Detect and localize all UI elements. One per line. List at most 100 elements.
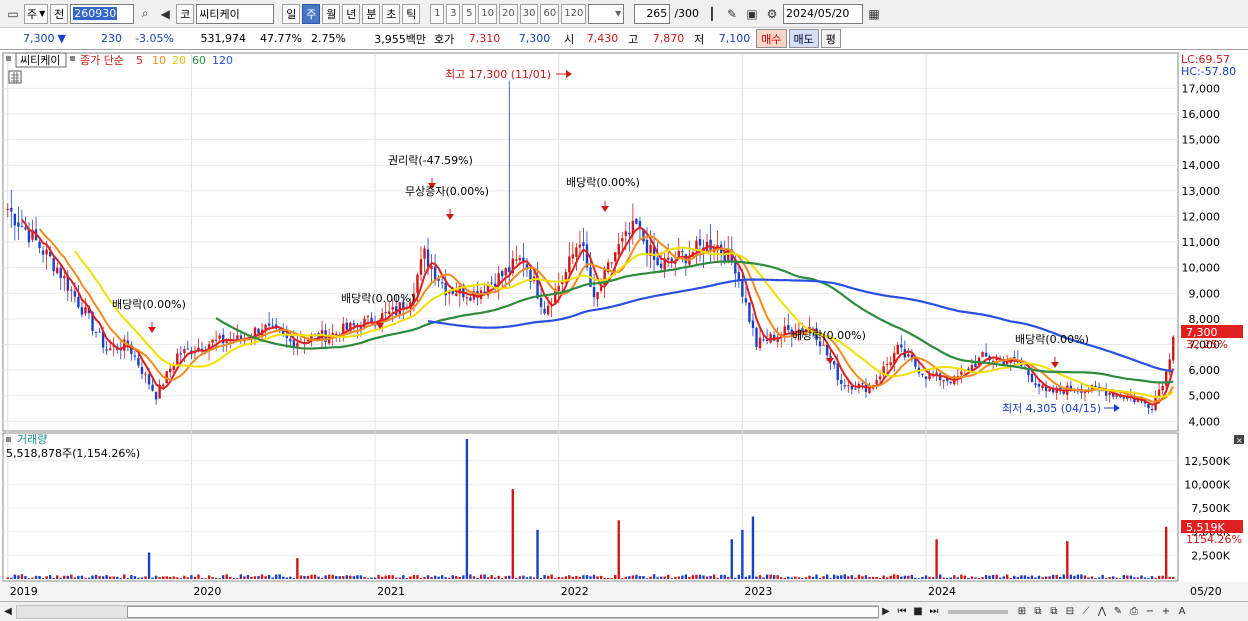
minute-option-3[interactable]: 3 — [446, 3, 461, 24]
tools-icon[interactable]: ✎ — [1110, 604, 1126, 620]
volume-bar — [1087, 577, 1090, 579]
tab-second[interactable]: 초 — [382, 3, 401, 24]
volume-bar — [327, 574, 331, 579]
candle-body — [105, 349, 108, 351]
ma-legend-20[interactable]: 20 — [172, 54, 186, 67]
custom-period-dropdown[interactable]: ▼ — [588, 3, 625, 24]
draw-tool-icon[interactable]: ✎ — [723, 4, 741, 24]
volume-bar — [953, 575, 956, 579]
candle-type-icon[interactable]: ┃ — [703, 4, 721, 24]
calendar-icon[interactable]: ▦ — [865, 4, 883, 24]
volume-bar — [63, 575, 66, 579]
trend-icon[interactable]: ⟋ — [1078, 604, 1094, 620]
code-input[interactable]: 260930 — [70, 3, 135, 24]
count-input[interactable]: 265 — [634, 3, 671, 24]
volume-bar — [165, 576, 168, 579]
volume-bar — [1090, 576, 1094, 579]
gear-icon[interactable]: ⚙ — [763, 4, 781, 24]
fast-forward-icon[interactable]: ⏭ — [926, 604, 942, 620]
volume-bar — [27, 578, 31, 579]
volume-bar — [356, 575, 359, 579]
zigzag-icon[interactable]: ⋀ — [1094, 604, 1110, 620]
candle-body — [638, 221, 642, 227]
candle-body — [1037, 383, 1041, 387]
scroll-thumb[interactable] — [127, 605, 879, 618]
chart-svg[interactable]: 4,0005,0006,0007,0008,0009,00010,00011,0… — [0, 51, 1248, 601]
volume-bar — [296, 558, 299, 579]
scroll-track[interactable] — [16, 604, 879, 619]
tab-yearly[interactable]: 년 — [342, 3, 361, 24]
copy-icon[interactable]: ⧉ — [1030, 604, 1046, 620]
eval-button[interactable]: 평 — [820, 29, 841, 48]
minute-option-20[interactable]: 20 — [499, 3, 518, 24]
stop-icon[interactable]: ■ — [910, 604, 926, 620]
panel-handle-icon[interactable] — [6, 56, 11, 61]
minute-option-60[interactable]: 60 — [540, 3, 560, 24]
search-icon[interactable]: ⌕ — [136, 4, 154, 24]
price-tick-label: 16,000 — [1182, 108, 1221, 121]
period-selector[interactable]: 주 ▼ — [24, 3, 49, 24]
volume-bar — [405, 578, 409, 579]
volume-bar — [108, 576, 112, 579]
candle-body — [515, 259, 518, 261]
rewind-icon[interactable]: ⏮ — [894, 604, 910, 620]
stock-name-field[interactable]: 씨티케이 — [196, 3, 275, 24]
ma-legend-5[interactable]: 5 — [136, 54, 143, 67]
volume-bar — [338, 576, 341, 579]
candle-body — [257, 328, 260, 334]
volume-bar — [840, 575, 843, 579]
candle-body — [787, 325, 790, 331]
date-input[interactable]: 2024/05/20 — [783, 3, 864, 24]
price-tick-label: 9,000 — [1189, 287, 1221, 300]
tab-weekly[interactable]: 주 — [302, 3, 321, 24]
tab-tick[interactable]: 틱 — [402, 3, 421, 24]
zoom-in-icon[interactable]: + — [1158, 604, 1174, 620]
ma-legend-60[interactable]: 60 — [192, 54, 206, 67]
speaker-icon[interactable]: ◀ — [156, 4, 174, 24]
tab-monthly[interactable]: 월 — [322, 3, 341, 24]
volume-bar — [511, 489, 515, 579]
buy-button[interactable]: 매수 — [756, 29, 787, 48]
ruler-icon[interactable]: ⊟ — [1062, 604, 1078, 620]
ma-legend-120[interactable]: 120 — [212, 54, 233, 67]
candle-body — [783, 326, 786, 335]
prev-button[interactable]: 전 — [50, 3, 69, 24]
volume-bar — [176, 577, 179, 579]
volume-bar — [642, 575, 645, 579]
volume-panel-frame — [2, 432, 1179, 582]
candle-body — [885, 364, 889, 366]
auto-scale-icon[interactable]: A — [1174, 604, 1190, 620]
volume-bar — [1129, 575, 1133, 579]
candle-body — [875, 379, 878, 385]
volume-bar — [751, 516, 755, 579]
scroll-right-icon[interactable]: ▶ — [878, 604, 894, 620]
chart-scrollbar[interactable]: ◀ ▶ ⏮ ■ ⏭ ⊞ ⧉ ⧉ ⊟ ⟋ ⋀ ✎ ⎙ − + A — [0, 601, 1248, 621]
tab-minute[interactable]: 분 — [362, 3, 381, 24]
volume-bar — [1013, 575, 1016, 579]
volume-bar — [444, 577, 447, 579]
candle-body — [77, 296, 80, 308]
compare-icon[interactable]: ⧉ — [1046, 604, 1062, 620]
minute-option-5[interactable]: 5 — [462, 3, 477, 24]
chart-area[interactable]: 4,000 5,000 6,000 7,000 8,000 9,000 10,000 11,0… — [0, 51, 1248, 601]
minute-option-30[interactable]: 30 — [519, 3, 539, 24]
volume-panel-handle-icon[interactable] — [6, 437, 11, 442]
window-icon[interactable]: ▭ — [4, 4, 22, 24]
ma-legend-10[interactable]: 10 — [152, 54, 166, 67]
volume-bar — [553, 578, 557, 579]
volume-bar — [1161, 575, 1164, 579]
candle-body — [433, 266, 437, 280]
sell-button[interactable]: 매도 — [788, 29, 819, 48]
print-icon[interactable]: ⎙ — [1126, 604, 1142, 620]
minute-option-120[interactable]: 120 — [561, 3, 587, 24]
minute-option-10[interactable]: 10 — [478, 3, 498, 24]
crosshair-icon[interactable]: ⊞ — [1014, 604, 1030, 620]
speed-slider[interactable] — [948, 609, 1008, 614]
save-icon[interactable]: ▣ — [743, 4, 761, 24]
minute-option-1[interactable]: 1 — [430, 3, 445, 24]
scroll-left-icon[interactable]: ◀ — [0, 604, 16, 620]
zoom-out-icon[interactable]: − — [1142, 604, 1158, 620]
tab-daily[interactable]: 일 — [282, 3, 301, 24]
volume-bar — [864, 575, 868, 579]
price-panel-name: 씨티케이 — [20, 54, 60, 67]
